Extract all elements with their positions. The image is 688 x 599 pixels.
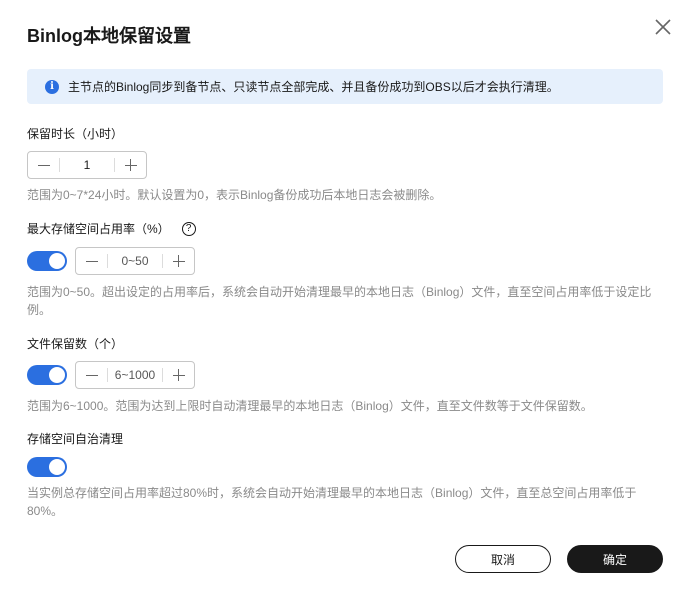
decrement-button[interactable] [28, 152, 59, 178]
toggle-knob [49, 459, 65, 475]
help-icon[interactable]: ? [181, 222, 196, 236]
close-icon[interactable] [650, 14, 676, 40]
info-banner: i 主节点的Binlog同步到备节点、只读节点全部完成、并且备份成功到OBS以后… [27, 69, 663, 104]
confirm-button[interactable]: 确定 [567, 545, 663, 573]
file-retention-count-label: 文件保留数（个） [27, 337, 124, 351]
retention-hours-input[interactable] [60, 152, 114, 178]
increment-button[interactable] [163, 362, 194, 388]
max-storage-usage-label: 最大存储空间占用率（%） ? [27, 221, 196, 237]
auto-cleanup-label: 存储空间自治清理 [27, 432, 124, 446]
cancel-button[interactable]: 取消 [455, 545, 551, 573]
toggle-knob [49, 253, 65, 269]
toggle-knob [49, 367, 65, 383]
auto-cleanup-toggle[interactable] [27, 457, 67, 477]
info-icon: i [45, 79, 59, 94]
retention-hours-description: 范围为0~7*24小时。默认设置为0，表示Binlog备份成功后本地日志会被删除… [27, 188, 442, 202]
max-storage-usage-stepper[interactable] [75, 247, 195, 275]
max-storage-usage-description: 范围为0~50。超出设定的占用率后，系统会自动开始清理最早的本地日志（Binlo… [27, 285, 652, 317]
file-retention-count-description: 范围为6~1000。范围为达到上限时自动清理最早的本地日志（Binlog）文件，… [27, 399, 593, 413]
binlog-retention-dialog: Binlog本地保留设置 i 主节点的Binlog同步到备节点、只读节点全部完成… [0, 0, 688, 599]
increment-button[interactable] [115, 152, 146, 178]
file-retention-count-input[interactable] [108, 362, 162, 388]
auto-cleanup-description: 当实例总存储空间占用率超过80%时，系统会自动开始清理最早的本地日志（Binlo… [27, 486, 637, 518]
decrement-button[interactable] [76, 362, 107, 388]
dialog-title: Binlog本地保留设置 [27, 26, 191, 46]
increment-button[interactable] [163, 248, 194, 274]
info-text: 主节点的Binlog同步到备节点、只读节点全部完成、并且备份成功到OBS以后才会… [68, 80, 559, 94]
file-retention-count-stepper[interactable] [75, 361, 195, 389]
retention-hours-stepper[interactable] [27, 151, 147, 179]
decrement-button[interactable] [76, 248, 107, 274]
max-storage-usage-input[interactable] [108, 248, 162, 274]
retention-hours-label: 保留时长（小时） [27, 127, 124, 141]
max-storage-usage-toggle[interactable] [27, 251, 67, 271]
file-retention-count-toggle[interactable] [27, 365, 67, 385]
